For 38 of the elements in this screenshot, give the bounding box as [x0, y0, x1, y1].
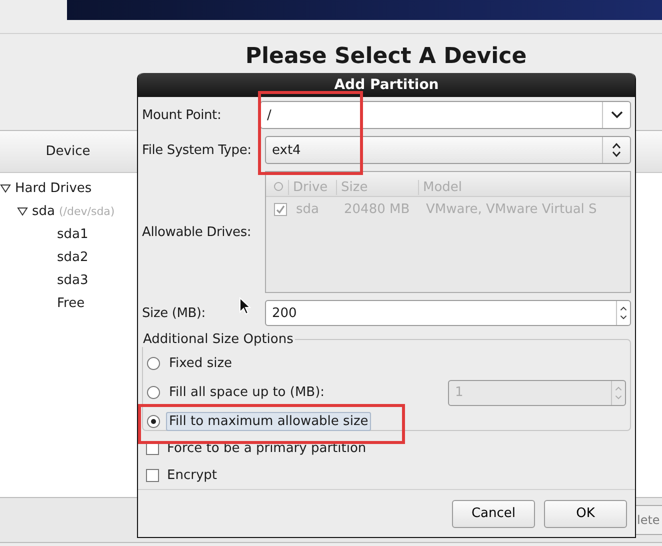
tree-item[interactable]: Hard Drives	[15, 181, 92, 196]
up-down-icon	[612, 143, 621, 157]
device-path: (/dev/sda)	[59, 205, 115, 218]
radio-button[interactable]	[147, 386, 160, 399]
column-title: Device	[44, 144, 92, 159]
table-cell-text: VMware, VMware Virtual S	[425, 202, 598, 216]
dialog-title: Add Partition	[138, 73, 635, 97]
mount-point-combo[interactable]: /	[260, 101, 631, 129]
option-label[interactable]: Fixed size	[166, 354, 236, 373]
chevron-down-icon[interactable]	[610, 111, 622, 119]
page-heading: Please Select A Device	[245, 44, 527, 71]
tree-item[interactable]: sda3	[57, 273, 88, 288]
dialog-button[interactable]: OK	[544, 500, 627, 528]
option-label[interactable]: Fill all space up to (MB):	[166, 383, 328, 402]
mouse-pointer-icon	[239, 297, 251, 315]
field-label: File System Type:	[142, 142, 252, 158]
frame-title: Additional Size Options	[142, 332, 294, 347]
tree-item[interactable]: sda1	[57, 227, 88, 242]
checkbox[interactable]	[146, 469, 159, 482]
radio-button[interactable]	[147, 415, 160, 428]
file-system-dropdown[interactable]: ext4	[265, 136, 631, 164]
table-cell-text: sda	[295, 202, 320, 216]
radio-button[interactable]	[147, 357, 160, 370]
field-label: Size (MB):	[142, 306, 206, 320]
delete-button[interactable]: lete	[636, 505, 662, 535]
expander-icon[interactable]	[0, 184, 11, 193]
table-cell-text: 20480 MB	[343, 202, 411, 216]
checkbox-label[interactable]: Encrypt	[167, 468, 217, 483]
circle-icon	[274, 182, 283, 190]
tree-item[interactable]: sda	[32, 204, 55, 219]
dialog-button[interactable]: Cancel	[452, 500, 535, 528]
size-spinbox[interactable]: 200	[265, 300, 631, 326]
field-label: Mount Point:	[142, 108, 222, 122]
expander-icon[interactable]	[17, 207, 28, 216]
tree-item[interactable]: sda2	[57, 250, 88, 265]
field-label: Allowable Drives:	[142, 224, 252, 240]
option-label[interactable]: Fill to maximum allowable size	[166, 412, 372, 431]
tree-item[interactable]: Free	[57, 296, 85, 311]
